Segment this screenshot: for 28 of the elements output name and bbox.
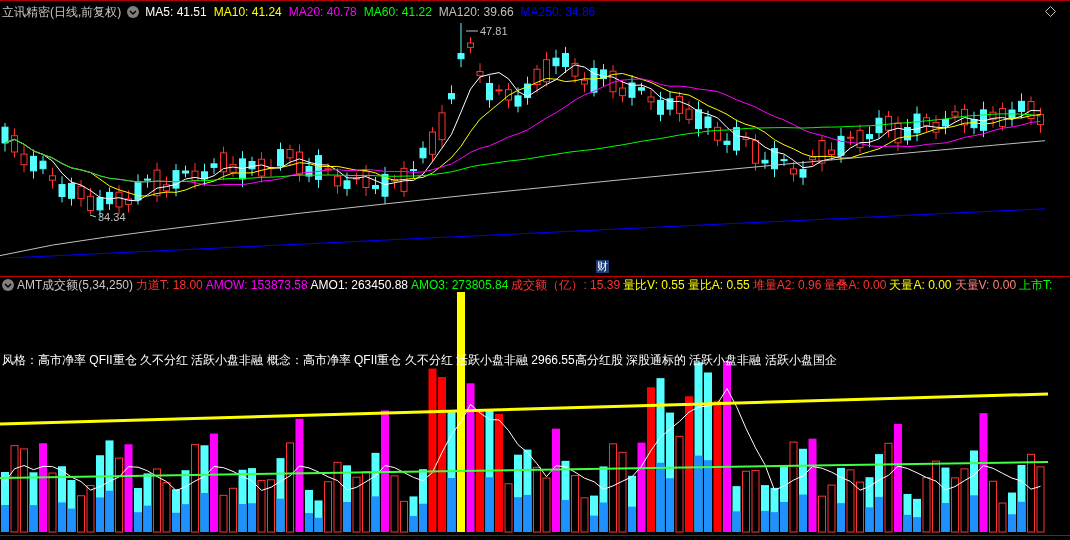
ma-value: MA250: 34.86 — [520, 4, 596, 21]
stock-title: 立讯精密(日线,前复权) — [2, 4, 122, 21]
indicator-value: AMO1: 263450.88 — [310, 276, 408, 294]
indicator-value: 天量A: 0.00 — [889, 276, 952, 294]
indicator-value: 力道T: 18.00 — [136, 276, 203, 294]
event-marker[interactable]: 财 — [596, 260, 609, 273]
chevron-down-icon[interactable] — [2, 278, 14, 291]
ma-value: MA20: 40.78 — [288, 4, 357, 21]
ma-value: MA10: 41.24 — [213, 4, 282, 21]
indicator-value: AMO3: 273805.84 — [411, 276, 509, 294]
indicator-value: 堆量A2: 0.96 — [752, 276, 822, 294]
low-price-label: 34.34 — [98, 211, 126, 223]
leader-line — [465, 30, 479, 32]
indicator-value: 天量V: 0.00 — [954, 276, 1017, 294]
indicator-value: 上市T: — [1019, 276, 1053, 294]
ma-value: MA5: 41.51 — [145, 4, 207, 21]
indicator-value: 量比V: 0.55 — [623, 276, 685, 294]
diamond-icon[interactable] — [1045, 6, 1056, 17]
indicator-title: AMT成交额(5,34,250) — [17, 276, 134, 294]
indicator-value: 量比A: 0.55 — [687, 276, 750, 294]
ma-value: MA60: 41.22 — [363, 4, 432, 21]
leader-line — [89, 214, 97, 218]
ma-value: MA120: 39.66 — [438, 4, 514, 21]
indicator-value: 量叠A: 0.00 — [824, 276, 887, 294]
indicator-value: 成交额（亿）: 15.39 — [511, 276, 621, 294]
chevron-down-icon[interactable] — [127, 6, 140, 18]
indicator-value: AMOW: 153873.58 — [205, 276, 308, 294]
high-price-label: 47.81 — [480, 25, 508, 37]
